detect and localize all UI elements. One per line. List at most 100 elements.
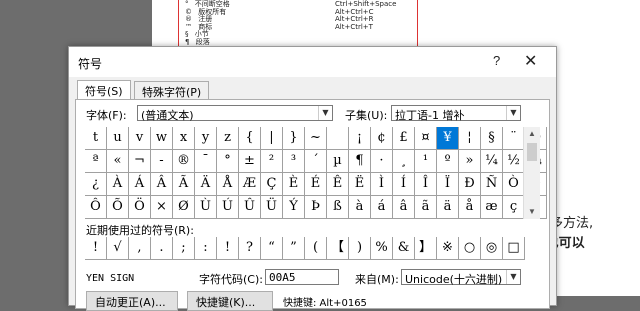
symbol-cell[interactable]: ³: [283, 150, 305, 173]
symbol-cell[interactable]: º: [437, 150, 459, 173]
recent-symbol-cell[interactable]: ?: [239, 237, 261, 260]
symbol-cell[interactable]: á: [371, 196, 393, 219]
symbol-cell[interactable]: ²: [261, 150, 283, 173]
symbol-cell[interactable]: ¶: [349, 150, 371, 173]
symbol-cell[interactable]: ¼: [481, 150, 503, 173]
symbol-cell[interactable]: ¨: [503, 127, 525, 150]
symbol-cell[interactable]: ¸: [393, 150, 415, 173]
symbol-cell[interactable]: |: [261, 127, 283, 150]
recent-symbol-cell[interactable]: ◎: [481, 237, 503, 260]
recent-symbol-cell[interactable]: √: [107, 237, 129, 260]
symbol-cell[interactable]: Ö: [129, 196, 151, 219]
recent-symbol-cell[interactable]: !: [85, 237, 107, 260]
symbol-cell[interactable]: ×: [151, 196, 173, 219]
recent-symbol-cell[interactable]: (: [305, 237, 327, 260]
symbol-cell[interactable]: »: [459, 150, 481, 173]
scroll-down-icon[interactable]: ▼: [524, 205, 540, 219]
symbol-cell[interactable]: ½: [503, 150, 525, 173]
symbol-cell[interactable]: Ê: [327, 173, 349, 196]
symbol-cell[interactable]: Ø: [173, 196, 195, 219]
symbol-cell[interactable]: µ: [327, 150, 349, 173]
symbol-cell[interactable]: ~: [305, 127, 327, 150]
symbol-cell[interactable]: §: [481, 127, 503, 150]
symbol-cell[interactable]: ¿: [85, 173, 107, 196]
symbol-cell[interactable]: }: [283, 127, 305, 150]
symbol-cell[interactable]: À: [107, 173, 129, 196]
symbol-cell[interactable]: ·: [371, 150, 393, 173]
symbol-cell[interactable]: ±: [239, 150, 261, 173]
symbol-cell[interactable]: ¯: [195, 150, 217, 173]
symbol-cell[interactable]: å: [459, 196, 481, 219]
symbol-cell[interactable]: Ý: [283, 196, 305, 219]
symbol-cell[interactable]: ´: [305, 150, 327, 173]
symbol-cell[interactable]: È: [283, 173, 305, 196]
recent-symbol-cell[interactable]: ,: [129, 237, 151, 260]
symbol-cell[interactable]: «: [107, 150, 129, 173]
recent-symbol-cell[interactable]: 【: [327, 237, 349, 260]
symbol-cell[interactable]: Ð: [459, 173, 481, 196]
symbol-cell[interactable]: Á: [129, 173, 151, 196]
tab-special-characters[interactable]: 特殊字符(P): [134, 81, 210, 100]
symbol-cell[interactable]: Õ: [107, 196, 129, 219]
symbol-grid-scrollbar[interactable]: ▲ ▼: [523, 127, 540, 219]
symbol-cell[interactable]: ¦: [459, 127, 481, 150]
autocorrect-button[interactable]: 自动更正(A)...: [86, 291, 178, 311]
symbol-cell[interactable]: [327, 127, 349, 150]
symbol-cell[interactable]: Ì: [371, 173, 393, 196]
help-button[interactable]: ?: [493, 53, 500, 68]
recent-symbol-cell[interactable]: □: [503, 237, 525, 260]
symbol-cell[interactable]: z: [217, 127, 239, 150]
symbol-cell[interactable]: Î: [415, 173, 437, 196]
symbol-cell[interactable]: Ñ: [481, 173, 503, 196]
symbol-cell[interactable]: -: [151, 150, 173, 173]
symbol-cell[interactable]: y: [195, 127, 217, 150]
symbol-cell[interactable]: Ù: [195, 196, 217, 219]
shortcut-key-button[interactable]: 快捷键(K)...: [187, 291, 273, 311]
recent-symbol-cell[interactable]: :: [195, 237, 217, 260]
symbol-cell[interactable]: ä: [437, 196, 459, 219]
symbol-cell[interactable]: æ: [481, 196, 503, 219]
tab-symbols[interactable]: 符号(S): [77, 80, 131, 100]
symbol-cell[interactable]: Ò: [503, 173, 525, 196]
symbol-cell[interactable]: ç: [503, 196, 525, 219]
symbol-cell[interactable]: Ä: [195, 173, 217, 196]
recent-symbol-cell[interactable]: .: [151, 237, 173, 260]
symbol-cell[interactable]: v: [129, 127, 151, 150]
symbol-cell[interactable]: °: [217, 150, 239, 173]
symbol-cell[interactable]: ã: [415, 196, 437, 219]
recent-symbol-cell[interactable]: ”: [283, 237, 305, 260]
char-code-input[interactable]: 00A5: [265, 269, 339, 285]
symbol-cell[interactable]: ®: [173, 150, 195, 173]
font-select[interactable]: (普通文本) ▼: [137, 105, 333, 122]
symbol-cell[interactable]: Ô: [85, 196, 107, 219]
symbol-cell[interactable]: ¬: [129, 150, 151, 173]
subset-select[interactable]: 拉丁语-1 增补 ▼: [391, 105, 521, 122]
symbol-cell[interactable]: Û: [239, 196, 261, 219]
symbol-cell[interactable]: à: [349, 196, 371, 219]
symbol-cell[interactable]: ß: [327, 196, 349, 219]
recent-symbol-cell[interactable]: %: [371, 237, 393, 260]
symbol-cell[interactable]: Ú: [217, 196, 239, 219]
recent-symbol-cell[interactable]: ※: [437, 237, 459, 260]
symbol-cell[interactable]: ¥: [437, 127, 459, 150]
scroll-up-icon[interactable]: ▲: [524, 127, 540, 141]
symbol-cell[interactable]: Å: [217, 173, 239, 196]
symbol-cell[interactable]: w: [151, 127, 173, 150]
symbol-cell[interactable]: Ï: [437, 173, 459, 196]
symbol-cell[interactable]: Â: [151, 173, 173, 196]
symbol-cell[interactable]: ª: [85, 150, 107, 173]
symbol-cell[interactable]: Æ: [239, 173, 261, 196]
symbol-cell[interactable]: ¤: [415, 127, 437, 150]
recent-symbol-cell[interactable]: ): [349, 237, 371, 260]
symbol-cell[interactable]: É: [305, 173, 327, 196]
symbol-cell[interactable]: Ü: [261, 196, 283, 219]
symbol-cell[interactable]: t: [85, 127, 107, 150]
symbol-cell[interactable]: £: [393, 127, 415, 150]
symbol-cell[interactable]: ¢: [371, 127, 393, 150]
symbol-cell[interactable]: â: [393, 196, 415, 219]
recent-symbol-cell[interactable]: 】: [415, 237, 437, 260]
symbol-cell[interactable]: {: [239, 127, 261, 150]
close-button[interactable]: ✕: [524, 51, 537, 71]
symbol-cell[interactable]: ¹: [415, 150, 437, 173]
symbol-cell[interactable]: Þ: [305, 196, 327, 219]
